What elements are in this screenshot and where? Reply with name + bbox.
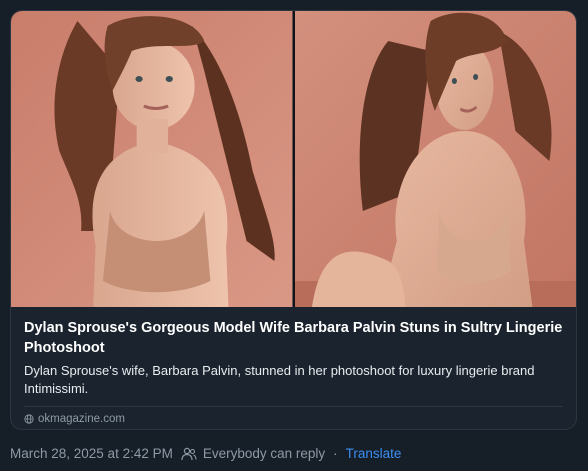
post-timestamp[interactable]: March 28, 2025 at 2:42 PM bbox=[10, 446, 173, 461]
link-card-description: Dylan Sprouse's wife, Barbara Palvin, st… bbox=[24, 363, 535, 396]
photo-right bbox=[294, 11, 576, 307]
link-card-title[interactable]: Dylan Sprouse's Gorgeous Model Wife Barb… bbox=[24, 318, 563, 358]
separator-dot: · bbox=[333, 446, 338, 461]
link-card-domain[interactable]: okmagazine.com bbox=[24, 413, 563, 425]
reply-setting[interactable]: Everybody can reply bbox=[203, 446, 325, 461]
link-card-domain-text: okmagazine.com bbox=[38, 413, 125, 425]
globe-icon bbox=[24, 414, 34, 424]
link-card[interactable]: Dylan Sprouse's Gorgeous Model Wife Barb… bbox=[10, 10, 577, 430]
post-meta: March 28, 2025 at 2:42 PM Everybody can … bbox=[10, 446, 401, 461]
link-card-images[interactable] bbox=[11, 11, 576, 307]
translate-link[interactable]: Translate bbox=[346, 446, 402, 461]
link-card-divider bbox=[24, 406, 563, 407]
photo-left bbox=[11, 11, 293, 307]
people-icon bbox=[181, 447, 197, 460]
